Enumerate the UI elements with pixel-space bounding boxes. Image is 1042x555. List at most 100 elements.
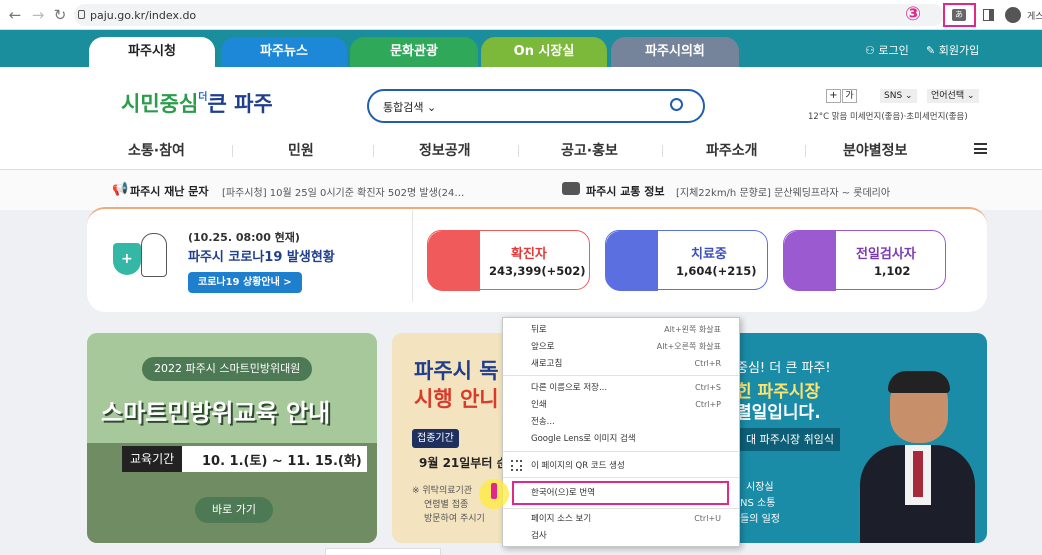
site-logo[interactable]: 시민중심더큰 파주: [121, 88, 273, 118]
banner2-note3: 방문하여 주시기: [424, 514, 485, 524]
language-select[interactable]: 언어선택 ⌄: [927, 89, 979, 103]
logo-text-3: 큰 파주: [207, 92, 273, 116]
search-category-label: 통합검색: [383, 101, 424, 114]
context-menu: 뒤로 Alt+왼쪽 화살표 앞으로 Alt+오른쪽 화살표 새로고침 Ctrl+…: [502, 317, 740, 547]
tab-culture-tourism[interactable]: 문화관광: [350, 37, 478, 67]
ctx-google-lens[interactable]: Google Lens로 이미지 검색: [531, 434, 636, 444]
gnb-divider: [805, 145, 806, 157]
zoom-out-button[interactable]: 가: [842, 89, 857, 103]
civil-defense-banner[interactable]: 2022 파주시 스마트민방위대원 스마트민방위교육 안내 교육기간 10. 1…: [87, 333, 377, 543]
gnb-divider: [662, 145, 663, 157]
annotation-step-3: ③: [905, 3, 922, 25]
url-text: paju.go.kr/index.do: [90, 9, 197, 22]
gnb-communication[interactable]: 소통·참여: [128, 140, 185, 160]
stat-tested-value: 1,102: [874, 264, 911, 278]
mayor-photo: [860, 371, 975, 543]
gnb-civil-affairs[interactable]: 민원: [288, 140, 314, 160]
banner3-small3: 들의 일정: [740, 514, 780, 525]
stat-tested-card[interactable]: 전일검사자 1,102: [783, 230, 946, 291]
ctx-back-shortcut: Alt+왼쪽 화살표: [664, 325, 721, 334]
ctx-print[interactable]: 인쇄: [531, 400, 547, 410]
forward-icon[interactable]: →: [29, 6, 47, 24]
gnb-info-disclosure[interactable]: 정보공개: [419, 140, 471, 160]
tab-on-mayor[interactable]: On 시장실: [481, 37, 607, 67]
ctx-send[interactable]: 전송...: [531, 417, 555, 427]
megaphone-icon: 📢: [112, 182, 129, 197]
search-category-select[interactable]: 통합검색 ⌄: [383, 99, 436, 115]
gnb-divider: [232, 145, 233, 157]
ctx-qr-code[interactable]: 이 페이지의 QR 코드 생성: [531, 461, 625, 471]
ctx-save-as[interactable]: 다른 이름으로 저장...: [531, 383, 607, 393]
ctx-print-shortcut: Ctrl+P: [695, 400, 721, 409]
disaster-msg-text[interactable]: [파주시청] 10월 25일 0시기준 확진자 502명 발생(24…: [222, 184, 464, 199]
ctx-separator: [503, 477, 739, 478]
user-icon: ⚇: [865, 44, 875, 57]
gnb-field-info[interactable]: 분야별정보: [843, 140, 907, 160]
signup-link[interactable]: ✎ 회원가입: [926, 42, 979, 58]
stat-treating-label: 치료중: [691, 247, 727, 262]
banner1-period-label: 교육기간: [122, 446, 183, 472]
profile-icon[interactable]: [1005, 7, 1021, 23]
sns-select[interactable]: SNS ⌄: [880, 89, 917, 103]
language-label: 언어선택: [931, 91, 965, 101]
ctx-view-source[interactable]: 페이지 소스 보기: [531, 514, 591, 524]
banner1-title: 스마트민방위교육 안내: [101, 399, 331, 427]
ctx-separator: [503, 375, 739, 376]
back-icon[interactable]: ←: [6, 6, 24, 24]
traffic-info-label: 파주시 교통 정보: [586, 185, 665, 198]
ctx-reload[interactable]: 새로고침: [531, 359, 562, 369]
disaster-msg-label: 파주시 재난 문자: [130, 185, 209, 198]
ctx-forward[interactable]: 앞으로: [531, 342, 554, 352]
gnb-notice-pr[interactable]: 공고·홍보: [561, 140, 618, 160]
login-link[interactable]: ⚇ 로그인: [865, 42, 909, 58]
edit-icon: ✎: [926, 44, 936, 57]
covid-title: 파주시 코로나19 발생현황: [188, 250, 335, 265]
translate-icon[interactable]: あ: [952, 9, 966, 21]
vaccination-banner[interactable]: 파주시 독 시행 안니 접종기간 9월 21일부터 순 ※ 위탁의료기관 연령별…: [392, 333, 504, 543]
banner2-note: ※ 위탁의료기관: [412, 486, 473, 496]
banner1-period: 10. 1.(토) ~ 11. 15.(화): [202, 454, 362, 469]
banner2-date: 9월 21일부터 순: [419, 456, 504, 470]
login-label: 로그인: [878, 44, 909, 57]
stat-treating-card[interactable]: 치료중 1,604(+215): [605, 230, 768, 291]
banner1-go-button[interactable]: 바로 가기: [195, 497, 273, 523]
tab-paju-city-hall[interactable]: 파주시청: [89, 37, 215, 67]
car-icon: [562, 182, 580, 195]
thermometer-icon: [428, 231, 480, 291]
search-icon[interactable]: [670, 98, 683, 111]
gnb-divider: [518, 145, 519, 157]
ctx-translate-korean[interactable]: 한국어(으)로 번역: [531, 488, 595, 498]
ctx-separator: [503, 451, 739, 452]
weather-text: 12°C 맑음 미세먼지(좋음)·초미세먼지(좋음): [808, 112, 968, 122]
menu-icon[interactable]: [974, 143, 987, 154]
sidepanel-icon[interactable]: [983, 9, 994, 21]
banner2-title2: 시행 안니: [414, 387, 499, 411]
traffic-info-text[interactable]: [지체22km/h 문향로] 문산웨딩프라자 ~ 롯데리아: [676, 184, 890, 199]
gnb-about-paju[interactable]: 파주소개: [706, 140, 758, 160]
zoom-in-button[interactable]: +: [826, 89, 841, 103]
tab-city-council[interactable]: 파주시의회: [611, 37, 739, 67]
banner3-line1: 중심! 더 큰 파주!: [740, 361, 831, 376]
reload-icon[interactable]: ↻: [51, 6, 69, 24]
ctx-forward-shortcut: Alt+오른쪽 화살표: [656, 342, 721, 351]
ctx-back[interactable]: 뒤로: [531, 325, 547, 335]
banner3-line3: 렬일입니다.: [740, 403, 821, 423]
stat-confirmed-card[interactable]: 확진자 243,399(+502): [427, 230, 590, 291]
gnb-divider: [373, 145, 374, 157]
covid-divider: [412, 210, 413, 302]
tab-paju-news[interactable]: 파주뉴스: [221, 37, 347, 67]
profile-label[interactable]: 게스: [1027, 9, 1042, 22]
cursor-pointer-icon: [491, 483, 497, 499]
stat-confirmed-value: 243,399(+502): [489, 264, 586, 278]
ctx-reload-shortcut: Ctrl+R: [694, 359, 722, 368]
covid-info-button[interactable]: 코로나19 상황안내 >: [188, 272, 302, 293]
slider-controls[interactable]: [325, 548, 441, 555]
chevron-down-icon: ⌄: [426, 101, 437, 114]
covid-date: (10.25. 08:00 현재): [188, 231, 300, 244]
sns-label: SNS: [884, 91, 903, 101]
mayor-banner[interactable]: 중심! 더 큰 파주! 힌 파주시장 렬일입니다. 대 파주시장 취임식 시장실…: [740, 333, 987, 543]
ctx-inspect[interactable]: 검사: [531, 531, 547, 541]
banner3-small2: NS 소통: [740, 498, 776, 509]
address-bar[interactable]: [74, 4, 944, 26]
ctx-separator: [503, 508, 739, 509]
